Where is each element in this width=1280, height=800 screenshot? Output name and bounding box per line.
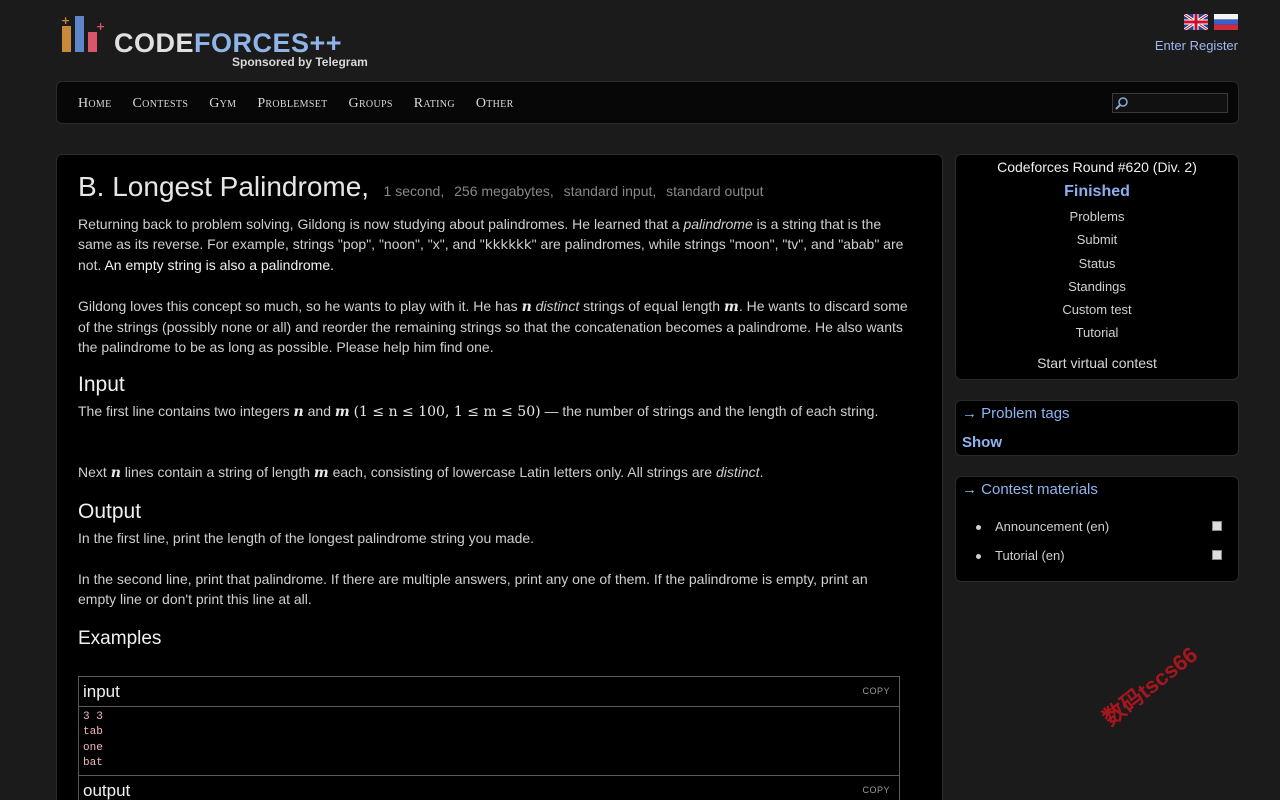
output-file: standard output: [666, 183, 764, 199]
logo-subtitle: Sponsored by Telegram: [232, 55, 368, 69]
example-input-header: input COPY: [79, 677, 899, 707]
example-output-header: output COPY: [79, 776, 899, 800]
contest-materials-box: → Contest materials Announcement (en) Tu…: [955, 476, 1239, 582]
example-input-label: input: [83, 682, 120, 701]
output-paragraph-1: In the first line, print the length of t…: [78, 530, 535, 546]
material-link-announcement[interactable]: Announcement (en): [995, 519, 1109, 534]
site-logo[interactable]: + + CODEFORCES++ Sponsored by Telegram: [60, 14, 380, 72]
nav-problemset[interactable]: Problemset: [257, 96, 327, 112]
problem-limits: 1 second, 256 megabytes, standard input,…: [384, 183, 770, 199]
legend-paragraph-2: Gildong loves this concept so much, so h…: [78, 298, 908, 355]
examples-title: Examples: [78, 628, 162, 649]
sidebar-link-custom-test[interactable]: Custom test: [956, 302, 1238, 325]
search-box[interactable]: [1112, 93, 1228, 113]
broken-image-icon: [1212, 521, 1222, 531]
material-link-tutorial[interactable]: Tutorial (en): [995, 548, 1065, 563]
example-input: input COPY 3 3 tab one bat: [78, 676, 900, 776]
problem-tags-title[interactable]: → Problem tags: [962, 405, 1070, 422]
contest-sidebar: Codeforces Round #620 (Div. 2) Finished …: [955, 154, 1239, 380]
input-paragraph-2: Next n lines contain a string of length …: [78, 464, 764, 481]
nav-groups[interactable]: Groups: [349, 96, 393, 112]
sidebar-link-status[interactable]: Status: [956, 256, 1238, 279]
copy-output-button[interactable]: COPY: [862, 785, 890, 795]
sidebar-link-submit[interactable]: Submit: [956, 232, 1238, 255]
output-paragraph-2: In the second line, print that palindrom…: [78, 571, 868, 607]
nav-other[interactable]: Other: [476, 96, 514, 112]
enter-link[interactable]: Enter: [1155, 38, 1186, 53]
problem-title: B. Longest Palindrome,: [78, 171, 370, 202]
sidebar-link-tutorial[interactable]: Tutorial: [956, 325, 1238, 348]
time-limit: 1 second,: [383, 183, 445, 199]
example-input-line: 3 3: [83, 711, 103, 723]
start-virtual-contest[interactable]: Start virtual contest: [956, 355, 1238, 371]
show-tags-link[interactable]: Show: [962, 434, 1002, 451]
sidebar-link-standings[interactable]: Standings: [956, 279, 1238, 302]
contest-name[interactable]: Codeforces Round #620 (Div. 2): [956, 159, 1238, 175]
example-output: output COPY: [78, 775, 900, 800]
english-flag-icon[interactable]: [1184, 14, 1208, 30]
memory-limit: 256 megabytes,: [454, 183, 554, 199]
auth-links: Enter Register: [1155, 38, 1238, 53]
sidebar-link-problems[interactable]: Problems: [956, 209, 1238, 232]
svg-text:+: +: [61, 14, 70, 27]
broken-image-icon: [1212, 550, 1222, 560]
bullet-icon: [976, 554, 981, 559]
search-input[interactable]: [1131, 94, 1225, 112]
copy-input-button[interactable]: COPY: [862, 686, 890, 696]
problem-header: B. Longest Palindrome, 1 second, 256 meg…: [78, 171, 769, 203]
problem-tags-box: → Problem tags Show: [955, 400, 1239, 456]
svg-text:+: +: [96, 20, 105, 33]
input-paragraph-1: The first line contains two integers n a…: [78, 403, 879, 420]
search-icon: [1115, 97, 1128, 110]
nav-gym[interactable]: Gym: [209, 96, 236, 112]
register-link[interactable]: Register: [1190, 38, 1238, 53]
example-input-body[interactable]: 3 3 tab one bat: [79, 707, 899, 774]
logo-bars-icon: + +: [61, 14, 105, 52]
watermark: 数码tscs66: [1098, 641, 1203, 731]
nav-rating[interactable]: Rating: [414, 96, 455, 112]
input-file: standard input,: [563, 183, 657, 199]
output-section-title: Output: [78, 500, 142, 523]
example-input-line: one: [83, 741, 103, 754]
russian-flag-icon[interactable]: [1214, 14, 1238, 30]
input-section-title: Input: [78, 373, 125, 396]
nav-contests[interactable]: Contests: [133, 96, 189, 112]
example-output-label: output: [83, 781, 131, 800]
problem-statement: B. Longest Palindrome, 1 second, 256 meg…: [56, 154, 943, 800]
language-flags: [1184, 14, 1238, 30]
material-item: Tutorial (en): [976, 548, 1226, 579]
contest-status: Finished: [1064, 183, 1130, 200]
bullet-icon: [976, 525, 981, 530]
nav-home[interactable]: Home: [78, 96, 112, 112]
contest-materials-title[interactable]: → Contest materials: [962, 481, 1098, 498]
example-input-line: tab: [83, 726, 103, 739]
material-item: Announcement (en): [976, 519, 1226, 550]
example-input-line: bat: [83, 756, 103, 769]
main-menu: Home Contests Gym Problemset Groups Rati…: [56, 81, 1239, 124]
legend-paragraph-1: Returning back to problem solving, Gildo…: [78, 216, 904, 273]
